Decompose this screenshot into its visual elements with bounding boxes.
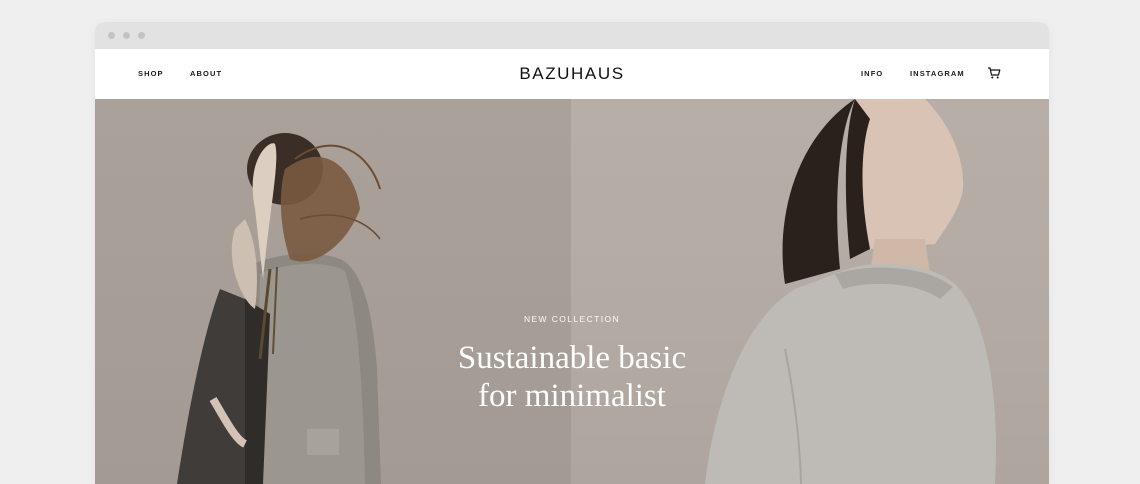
hero-copy: NEW COLLECTION Sustainable basic for min…: [95, 314, 1049, 415]
hero-headline: Sustainable basic for minimalist: [95, 339, 1049, 415]
window-dot-icon: [108, 32, 115, 39]
cart-icon[interactable]: [987, 66, 1001, 80]
hero-headline-line2: for minimalist: [478, 378, 666, 414]
hero-eyebrow: NEW COLLECTION: [523, 314, 621, 324]
hero-headline-line1: Sustainable basic: [457, 340, 687, 376]
nav-info-link[interactable]: INFO: [861, 69, 883, 78]
hero-illustration: [177, 99, 996, 484]
site-header: SHOP ABOUT BAZUHAUS INFO INSTAGRAM: [95, 49, 1049, 99]
site-logo[interactable]: BAZUHAUS: [95, 64, 1049, 84]
window-dot-icon: [138, 32, 145, 39]
browser-window: SHOP ABOUT BAZUHAUS INFO INSTAGRAM NEW C…: [95, 22, 1049, 484]
window-dot-icon: [123, 32, 130, 39]
nav-instagram-link[interactable]: INSTAGRAM: [910, 69, 965, 78]
hero-banner: NEW COLLECTION Sustainable basic for min…: [95, 99, 1049, 484]
model-right-figure: [705, 99, 996, 484]
browser-chrome: [95, 22, 1049, 49]
